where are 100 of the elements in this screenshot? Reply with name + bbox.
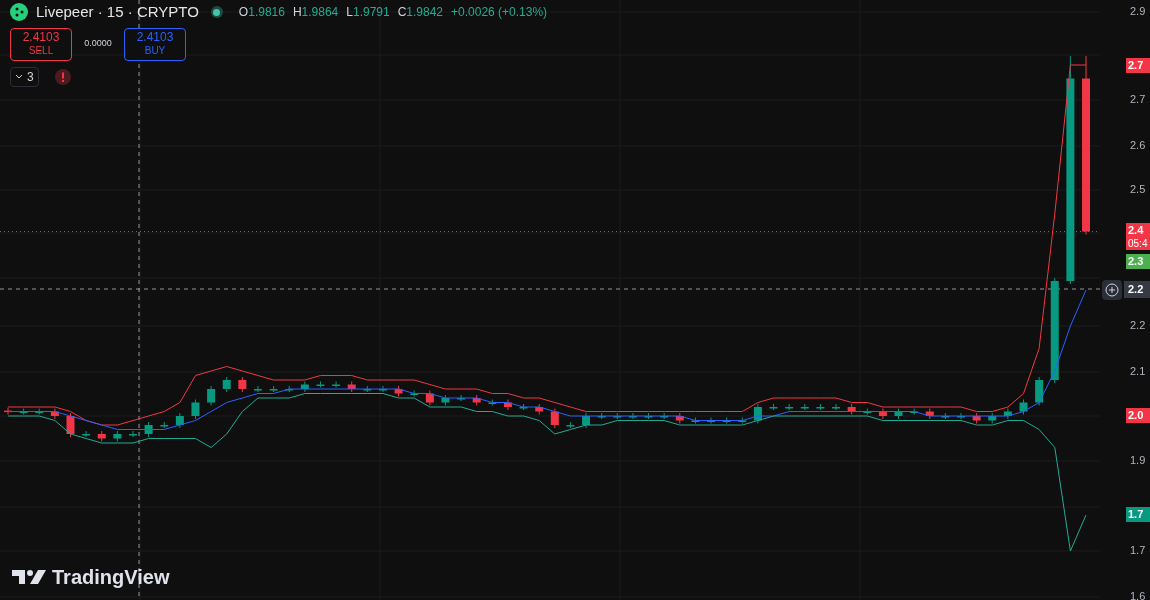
ohlc-value: 1.9864: [301, 4, 339, 22]
price-axis-label: 2.2: [1130, 319, 1146, 332]
candlestick: [582, 412, 591, 429]
candlestick: [394, 385, 403, 397]
price-axis-label: 1.9: [1130, 454, 1146, 467]
candlestick: [707, 417, 716, 424]
candlestick: [441, 394, 450, 406]
candlestick: [97, 430, 106, 442]
candlestick: [503, 399, 512, 411]
ohlc-label: C: [397, 4, 407, 22]
ohlc-label: O: [238, 4, 249, 22]
candlestick: [238, 376, 247, 393]
candlestick: [722, 417, 731, 424]
price-axis-label: 2.1: [1130, 365, 1146, 378]
candlestick: [691, 417, 700, 424]
ohlc-label: L: [346, 4, 353, 22]
candlestick: [863, 408, 872, 415]
candlestick: [19, 408, 28, 415]
ohlc-label: H: [292, 4, 302, 22]
candlestick: [972, 412, 981, 424]
candlestick: [675, 412, 684, 424]
candlestick: [82, 430, 91, 438]
logo-icon: [10, 3, 28, 22]
candlestick: [566, 421, 575, 429]
candlestick: [878, 408, 887, 420]
price-axis-label: 2.6: [1130, 139, 1146, 152]
indicators-toggle[interactable]: 3: [10, 66, 39, 87]
candlestick: [129, 430, 137, 438]
sell-button[interactable]: 2.4103 SELL: [10, 27, 72, 61]
candlestick: [644, 412, 653, 420]
candlestick: [519, 403, 528, 411]
symbol-title: Livepeer · 15 · CRYPTO: [36, 2, 199, 22]
candlestick: [1003, 408, 1012, 420]
price-badge: 1.7: [1126, 507, 1150, 522]
candlestick: [785, 403, 794, 411]
crosshair-price-label: 2.2: [1124, 281, 1150, 298]
candlestick: [378, 385, 387, 393]
price-badge: 2.0: [1126, 408, 1150, 423]
candlestick: [988, 412, 997, 424]
price-badge: 2.7: [1126, 58, 1150, 73]
candlestick: [300, 381, 309, 393]
candlestick: [50, 408, 59, 420]
candlestick: [363, 385, 372, 393]
candlestick: [66, 412, 75, 438]
candlestick: [753, 403, 762, 424]
candlestick: [457, 394, 466, 402]
candlestick: [222, 376, 231, 393]
candlestick: [113, 430, 122, 442]
candlestick: [660, 412, 669, 420]
candlestick: [597, 412, 606, 420]
candlestick: [4, 407, 12, 415]
ohlc-value: 1.9791: [352, 4, 390, 22]
brand-logo-icon: [12, 569, 46, 585]
price-change: +0.0026 (+0.13%): [451, 4, 548, 22]
candlestick: [738, 417, 747, 424]
price-badge: 2.3: [1126, 254, 1150, 269]
chevron-down-icon: [15, 73, 23, 80]
ohlc-value: 1.9816: [248, 4, 285, 22]
price-axis-label: 2.5: [1130, 183, 1146, 196]
candlestick: [425, 390, 434, 406]
price-axis-label: 1.7: [1130, 544, 1146, 557]
candlestick: [472, 394, 481, 406]
candlestick: [410, 390, 419, 397]
warning-icon[interactable]: [54, 68, 71, 85]
candlestick: [628, 412, 637, 420]
price-axis-label: 2.7: [1130, 93, 1146, 106]
candlestick: [35, 408, 44, 415]
candlestick: [144, 421, 153, 438]
candlestick: [894, 408, 903, 420]
spread-value: 0.0000: [83, 37, 113, 51]
candlestick: [332, 381, 341, 388]
candlestick: [347, 381, 356, 393]
candlestick: [925, 408, 934, 420]
candlestick: [1035, 376, 1044, 406]
candlestick: [285, 385, 294, 393]
ohlc-value: 1.9842: [406, 4, 444, 22]
add-alert-button[interactable]: [1102, 280, 1122, 300]
candlestick: [269, 385, 278, 393]
candlestick: [160, 421, 169, 429]
candlestick: [1019, 399, 1028, 415]
brand-wordmark: TradingView: [52, 565, 170, 590]
candlestick: [535, 403, 544, 415]
candlestick: [550, 408, 559, 429]
price-axis-label: 1.6: [1130, 590, 1146, 600]
candlestick: [253, 385, 262, 393]
candlestick: [800, 403, 809, 411]
candlestick: [316, 381, 325, 388]
candlestick: [832, 403, 841, 411]
candlestick: [613, 412, 622, 420]
price-axis-label: 2.9: [1130, 5, 1146, 18]
candlestick: [207, 385, 216, 406]
price-badge: 2.4 05:4: [1126, 223, 1150, 250]
candlestick: [941, 412, 950, 420]
candlestick: [847, 403, 856, 415]
candlestick: [175, 412, 184, 429]
buy-button[interactable]: 2.4103 BUY: [124, 27, 186, 61]
candlestick: [488, 399, 497, 406]
plus-icon: [1105, 283, 1119, 297]
candlestick: [957, 412, 965, 420]
candlestick: [816, 403, 825, 411]
